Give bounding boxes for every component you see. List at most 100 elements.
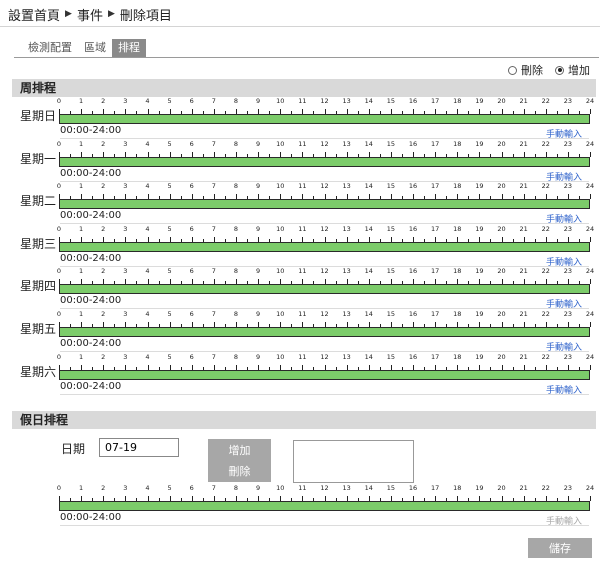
hour-tick-label: 10 — [276, 267, 285, 276]
tab-detection-config[interactable]: 檢測配置 — [22, 39, 78, 57]
tick-mark — [590, 279, 591, 285]
day-label: 星期一 — [20, 151, 57, 166]
hour-tick-label: 16 — [408, 484, 418, 492]
hour-tick-label: 8 — [233, 224, 239, 233]
hour-tick-label: 3 — [123, 267, 128, 276]
breadcrumb-current: 刪除項目 — [119, 8, 172, 24]
hour-tick-label: 16 — [408, 352, 418, 361]
day-label: 星期五 — [20, 322, 57, 336]
add-radio[interactable] — [555, 65, 564, 75]
time-range-text: 00:00-24:00 — [60, 210, 122, 222]
hour-tick-label: 19 — [475, 310, 484, 318]
schedule-timeline: 0 1 2 3 4 5 6 7 8 9 10 11 12 13 14 15 16 17 18 19 20 21 22 23 24 — [57, 97, 594, 127]
schedule-bar[interactable] — [59, 501, 590, 511]
hour-tick-label: 0 — [56, 484, 62, 492]
hour-tick-label: 0 — [56, 182, 62, 191]
hour-tick-label: 20 — [497, 352, 506, 361]
delete-radio[interactable] — [508, 65, 517, 75]
hour-tick-label: 6 — [189, 310, 194, 318]
hour-tick-label: 5 — [167, 182, 172, 191]
hour-tick-label: 1 — [79, 310, 84, 318]
save-button[interactable]: 儲存 — [528, 538, 592, 558]
hour-tick-label: 24 — [585, 182, 595, 191]
hour-tick-label: 2 — [101, 182, 106, 191]
schedule-bar[interactable] — [59, 284, 590, 295]
hour-tick-label: 11 — [298, 182, 307, 191]
hour-tick-label: 8 — [233, 352, 239, 361]
breadcrumb-home[interactable]: 設置首頁 — [8, 5, 60, 24]
schedule-bar[interactable] — [59, 369, 590, 380]
hour-tick-label: 11 — [298, 267, 307, 276]
schedule-bar[interactable] — [59, 156, 590, 167]
hour-tick-label: 16 — [408, 182, 418, 191]
hour-tick-label: 7 — [211, 182, 216, 191]
hour-tick-label: 10 — [276, 224, 285, 233]
hour-tick-label: 10 — [276, 484, 285, 492]
date-input[interactable] — [99, 438, 179, 457]
hour-tick-label: 19 — [475, 224, 484, 233]
holiday-delete-button[interactable]: 刪除 — [208, 461, 271, 483]
hour-tick-label: 3 — [123, 182, 128, 191]
hour-tick-label: 20 — [497, 310, 506, 318]
hour-tick-label: 4 — [145, 484, 150, 492]
tab-bar: 檢測配置 區域 排程 — [22, 39, 146, 57]
hour-tick-label: 8 — [233, 267, 239, 276]
hour-tick-label: 2 — [101, 267, 106, 276]
hour-tick-label: 13 — [342, 267, 351, 276]
hour-tick-label: 18 — [453, 97, 462, 105]
hour-tick-label: 23 — [563, 97, 573, 105]
hour-tick-label: 14 — [364, 484, 373, 492]
schedule-bar[interactable] — [59, 199, 590, 210]
hour-tick-label: 9 — [256, 182, 261, 191]
hour-tick-label: 21 — [519, 310, 528, 318]
hour-tick-label: 22 — [541, 224, 550, 233]
schedule-bar[interactable] — [59, 114, 590, 124]
tab-schedule[interactable]: 排程 — [112, 39, 146, 57]
holiday-add-button[interactable]: 增加 — [208, 439, 271, 461]
add-radio-label: 增加 — [568, 64, 590, 77]
schedule-bar[interactable] — [59, 327, 590, 337]
hour-tick-label: 13 — [342, 139, 351, 148]
hour-tick-label: 6 — [189, 97, 194, 105]
tab-divider — [14, 57, 599, 58]
hour-tick-label: 16 — [408, 139, 418, 148]
hour-tick-label: 24 — [585, 310, 595, 318]
hour-tick-label: 2 — [101, 97, 106, 105]
hour-tick-label: 15 — [386, 267, 396, 276]
hour-tick-label: 5 — [167, 267, 172, 276]
hour-tick-label: 6 — [189, 484, 194, 492]
hour-tick-label: 8 — [233, 97, 239, 105]
hour-tick-label: 14 — [364, 352, 373, 361]
hour-tick-label: 9 — [256, 224, 261, 233]
hour-tick-label: 12 — [320, 267, 329, 276]
time-range-text: 00:00-24:00 — [60, 125, 122, 136]
hour-tick-label: 21 — [519, 97, 528, 105]
breadcrumb-event[interactable]: 事件 — [77, 5, 103, 24]
hour-tick-label: 21 — [519, 484, 528, 492]
hour-tick-label: 1 — [79, 97, 84, 105]
hour-tick-label: 21 — [519, 224, 528, 233]
tab-area[interactable]: 區域 — [78, 39, 112, 57]
tick-mark — [590, 151, 591, 157]
hour-tick-label: 24 — [585, 139, 595, 148]
holiday-date-list[interactable] — [293, 440, 414, 483]
row-divider — [60, 393, 589, 395]
hour-tick-label: 19 — [475, 267, 484, 276]
hour-tick-label: 19 — [475, 182, 484, 191]
hour-tick-label: 0 — [56, 352, 62, 361]
day-label: 星期四 — [20, 279, 57, 294]
hour-tick-label: 2 — [101, 310, 106, 318]
hour-tick-label: 10 — [276, 97, 285, 105]
schedule-bar[interactable] — [59, 241, 590, 252]
hour-tick-label: 24 — [585, 352, 595, 361]
hour-tick-label: 4 — [145, 139, 150, 148]
hour-tick-label: 17 — [430, 139, 440, 148]
hour-tick-label: 2 — [101, 484, 106, 492]
hour-tick-label: 21 — [519, 267, 528, 276]
hour-tick-label: 8 — [233, 182, 239, 191]
hour-tick-label: 17 — [430, 352, 440, 361]
hour-tick-label: 15 — [386, 97, 396, 105]
breadcrumb: 設置首頁 ▶ 事件 ▶ 刪除項目 — [8, 4, 172, 24]
hour-tick-label: 13 — [342, 97, 351, 105]
hour-tick-label: 12 — [320, 139, 329, 148]
